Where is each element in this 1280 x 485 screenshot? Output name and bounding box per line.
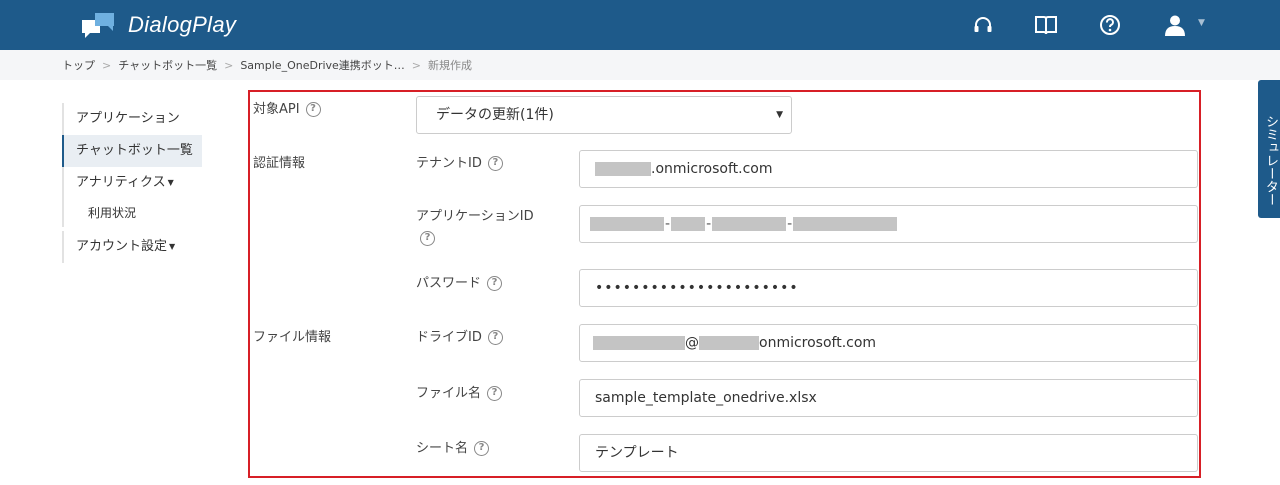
breadcrumb-bot[interactable]: Sample_OneDrive連携ボット… [240,57,404,73]
sidebar-item-label: 利用状況 [88,206,137,220]
redacted-text [671,217,706,231]
auth-section-label: 認証情報 [253,156,306,171]
application-id-field[interactable]: - - - [579,205,1198,243]
redacted-text [595,162,651,176]
redacted-text [593,336,685,350]
target-api-select[interactable]: データの更新(1件) ▼ [416,96,792,134]
sidebar-item-label: アナリティクス [76,175,166,190]
file-name-label: ファイル名? [416,382,503,401]
api-settings-form: 対象API? データの更新(1件) ▼ 認証情報 テナントID? .onmicr… [248,90,1201,478]
redacted-text [590,217,664,231]
caret-down-icon: ▼ [169,242,176,251]
help-circle-icon[interactable] [1097,12,1123,38]
drive-id-label: ドライブID? [416,326,503,345]
sheet-name-label: シート名? [416,437,490,456]
caret-down-icon: ▼ [167,178,174,187]
sidebar-item-label: チャットボット一覧 [76,143,193,158]
sidebar-item-applications[interactable]: アプリケーション [62,103,202,135]
sheet-name-field[interactable]: テンプレート [579,434,1198,472]
help-icon[interactable]: ? [487,156,503,171]
password-label: パスワード? [416,272,503,291]
redacted-text [793,217,898,231]
headset-icon[interactable] [970,12,996,38]
breadcrumb-separator: > [224,58,234,72]
tenant-id-field[interactable]: .onmicrosoft.com [579,150,1198,188]
file-section-label: ファイル情報 [253,330,332,345]
user-icon[interactable] [1162,12,1188,38]
help-icon[interactable]: ? [305,102,321,117]
drive-id-value: onmicrosoft.com [759,335,877,351]
app-name: DialogPlay [128,12,237,37]
breadcrumb-separator: > [411,58,422,72]
sidebar: アプリケーション チャットボット一覧 アナリティクス ▼ 利用状況 アカウント設定… [62,103,202,263]
sidebar-item-account-settings[interactable]: アカウント設定 ▼ [62,231,202,263]
simulator-tab[interactable]: シミュレーター [1258,80,1280,218]
file-name-field[interactable]: sample_template_onedrive.xlsx [579,379,1198,417]
application-id-label: アプリケーションID ? [416,206,534,250]
app-header: DialogPlay ▼ [0,0,1280,50]
chat-bubbles-logo-icon [82,12,116,38]
book-icon[interactable] [1033,12,1059,38]
tenant-id-value: .onmicrosoft.com [651,161,773,177]
redacted-text [712,217,787,231]
help-icon[interactable]: ? [474,441,490,456]
breadcrumb: トップ > チャットボット一覧 > Sample_OneDrive連携ボット… … [0,50,1280,80]
dropdown-arrow-icon: ▼ [776,110,783,120]
logo[interactable]: DialogPlay [82,11,236,39]
help-icon[interactable]: ? [487,276,503,291]
breadcrumb-chatbot-list[interactable]: チャットボット一覧 [118,57,217,73]
tenant-id-label: テナントID? [416,152,503,171]
password-field[interactable]: •••••••••••••••••••••• [579,269,1198,307]
redacted-text [699,336,759,350]
chevron-down-icon[interactable]: ▼ [1198,18,1205,28]
breadcrumb-top[interactable]: トップ [62,57,95,73]
file-name-value: sample_template_onedrive.xlsx [595,390,817,406]
sheet-name-value: テンプレート [595,445,679,461]
help-icon[interactable]: ? [487,330,503,345]
drive-id-field[interactable]: @ onmicrosoft.com [579,324,1198,362]
breadcrumb-separator: > [102,58,112,72]
target-api-selected-value: データの更新(1件) [436,107,554,123]
sidebar-item-analytics[interactable]: アナリティクス ▼ [62,167,202,199]
sidebar-item-usage[interactable]: 利用状況 [62,199,202,227]
sidebar-item-label: アプリケーション [76,111,180,126]
breadcrumb-current: 新規作成 [428,59,473,72]
target-api-label: 対象API? [253,98,321,117]
help-icon[interactable]: ? [420,231,435,246]
help-icon[interactable]: ? [487,386,503,401]
password-value: •••••••••••••••••••••• [595,280,799,296]
sidebar-item-label: アカウント設定 [76,239,168,254]
sidebar-item-chatbot-list[interactable]: チャットボット一覧 [62,135,202,167]
